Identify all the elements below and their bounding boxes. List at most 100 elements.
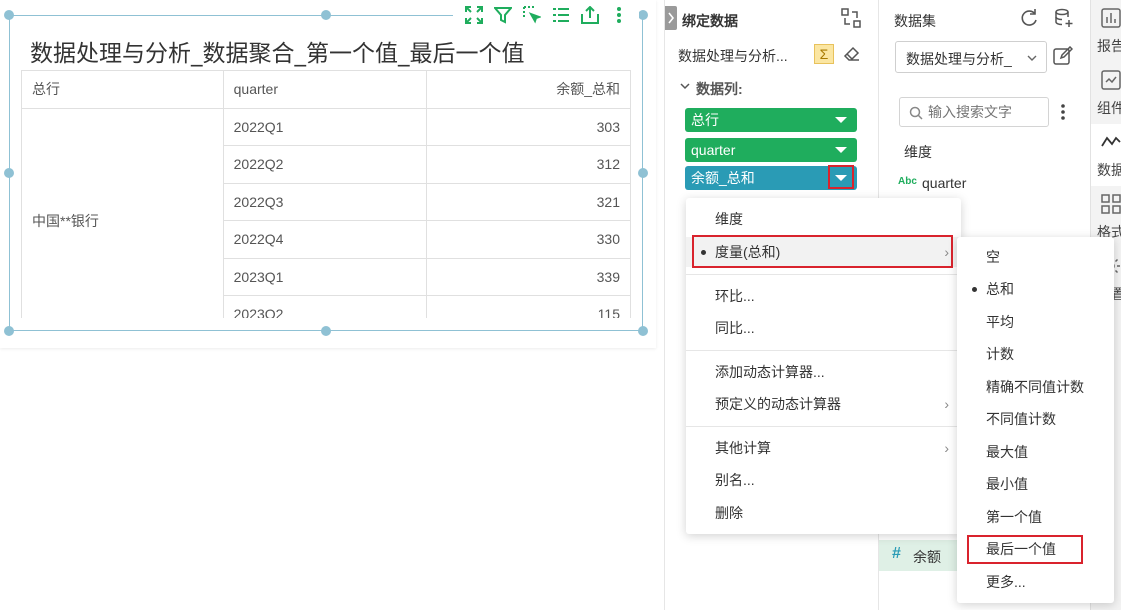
chevron-down-icon: [1027, 55, 1037, 61]
menu-item-label: 计数: [986, 346, 1014, 362]
menu-item-alias[interactable]: 别名...: [686, 465, 961, 495]
field-pill-label: 余额_总和: [691, 170, 755, 186]
value-cell: 115: [426, 295, 631, 318]
resize-handle-tr[interactable]: [638, 10, 648, 20]
component-icon: [1101, 70, 1121, 90]
measure-field-label: 余额: [913, 549, 941, 565]
grid-icon: [1101, 194, 1121, 214]
value-cell: 321: [426, 182, 631, 221]
menu-item-yoy-compare[interactable]: 同比...: [686, 313, 961, 343]
line-chart-icon: [1101, 136, 1121, 147]
menu-item-label: 最大值: [986, 444, 1028, 460]
rail-tab-report[interactable]: 报告: [1091, 0, 1121, 62]
dimension-field-quarter[interactable]: quarter: [922, 175, 966, 191]
menu-item-predefined-calc[interactable]: 预定义的动态计算器 ›: [686, 389, 961, 419]
export-icon[interactable]: [579, 4, 601, 26]
agg-item-exact-distinct-count[interactable]: 精确不同值计数: [957, 372, 1114, 402]
dataset-select-value: 数据处理与分析_: [906, 51, 1012, 67]
highlight-measure-box: [692, 235, 953, 268]
rail-tab-components[interactable]: 组件: [1091, 62, 1121, 124]
agg-item-average[interactable]: 平均: [957, 307, 1114, 337]
rail-tab-label: 组件: [1097, 100, 1121, 116]
rail-tab-data[interactable]: 数据: [1091, 124, 1121, 186]
eraser-icon[interactable]: [843, 45, 861, 66]
resize-handle-bl[interactable]: [4, 326, 14, 336]
column-header[interactable]: 余额_总和: [426, 70, 631, 109]
menu-item-label: 平均: [986, 314, 1014, 330]
rail-tab-label: 报告: [1097, 38, 1121, 54]
resize-handle-mr[interactable]: [638, 168, 648, 178]
menu-item-label: 删除: [715, 505, 743, 521]
refresh-icon[interactable]: [1019, 8, 1039, 31]
field-pill-label: quarter: [691, 142, 736, 158]
menu-item-label: 第一个值: [986, 509, 1042, 525]
quarter-cell: 2023Q2: [222, 295, 428, 318]
agg-item-distinct-count[interactable]: 不同值计数: [957, 404, 1114, 434]
menu-item-label: 最小值: [986, 476, 1028, 492]
sum-icon[interactable]: Σ: [814, 44, 834, 64]
menu-item-add-dynamic-calc[interactable]: 添加动态计算器...: [686, 357, 961, 387]
resize-handle-ml[interactable]: [4, 168, 14, 178]
highlight-caret-box: [828, 165, 854, 189]
edit-icon[interactable]: [1053, 45, 1074, 69]
menu-item-label: 其他计算: [715, 440, 771, 456]
resize-handle-tm[interactable]: [321, 10, 331, 20]
menu-item-dimension[interactable]: 维度: [686, 204, 961, 234]
data-columns-label: 数据列:: [696, 81, 743, 97]
menu-item-other-calc[interactable]: 其他计算 ›: [686, 433, 961, 463]
menu-item-label: 空: [986, 249, 1000, 265]
more-vertical-icon[interactable]: [1059, 103, 1067, 124]
field-pill-quarter[interactable]: quarter: [685, 138, 857, 162]
quarter-cell: 2022Q2: [222, 145, 428, 184]
more-vertical-icon[interactable]: [608, 4, 630, 26]
agg-item-min[interactable]: 最小值: [957, 469, 1114, 499]
resize-handle-br[interactable]: [638, 326, 648, 336]
menu-item-label: 环比...: [715, 288, 755, 304]
swap-icon[interactable]: [841, 8, 861, 31]
bar-chart-icon: [1101, 8, 1121, 28]
selected-dot-icon: [972, 287, 977, 292]
menu-item-period-compare[interactable]: 环比...: [686, 281, 961, 311]
collapse-panel-handle[interactable]: [665, 6, 677, 30]
report-canvas: 数据处理与分析_数据聚合_第一个值_最后一个值 总行 quarter 余额_总和…: [0, 0, 656, 348]
text-type-icon: Abc: [898, 176, 917, 187]
agg-item-first-value[interactable]: 第一个值: [957, 502, 1114, 532]
resize-handle-tl[interactable]: [4, 10, 14, 20]
agg-item-count[interactable]: 计数: [957, 339, 1114, 369]
menu-divider: [686, 426, 961, 427]
dataset-panel-title: 数据集: [894, 13, 936, 29]
agg-item-more[interactable]: 更多...: [957, 567, 1114, 597]
agg-item-none[interactable]: 空: [957, 242, 1114, 272]
field-search-box[interactable]: [899, 97, 1049, 127]
resize-handle-bm[interactable]: [321, 326, 331, 336]
select-icon[interactable]: [521, 4, 543, 26]
agg-item-max[interactable]: 最大值: [957, 437, 1114, 467]
list-icon[interactable]: [550, 4, 572, 26]
value-cell: 303: [426, 107, 631, 146]
menu-item-label: 更多...: [986, 574, 1026, 590]
add-dataset-icon[interactable]: [1054, 8, 1074, 31]
data-table: 总行 quarter 余额_总和 中国**银行 2022Q1 303 2022Q…: [21, 70, 631, 318]
column-header[interactable]: quarter: [222, 70, 428, 109]
report-title: 数据处理与分析_数据聚合_第一个值_最后一个值: [30, 41, 525, 67]
dataset-select[interactable]: 数据处理与分析_: [895, 41, 1047, 73]
field-pill-total-bank[interactable]: 总行: [685, 108, 857, 132]
table-row: 中国**银行 2022Q1 303: [21, 107, 631, 318]
caret-down-icon[interactable]: [835, 117, 847, 123]
value-cell: 330: [426, 220, 631, 259]
quarter-cell: 2022Q3: [222, 182, 428, 221]
chevron-right-icon: ›: [944, 440, 949, 456]
column-header[interactable]: 总行: [21, 70, 224, 109]
chevron-right-icon: [668, 12, 675, 24]
fullscreen-icon[interactable]: [463, 4, 485, 26]
menu-item-delete[interactable]: 删除: [686, 498, 961, 528]
table-viewport: 总行 quarter 余额_总和 中国**银行 2022Q1 303 2022Q…: [21, 70, 633, 318]
menu-divider: [686, 350, 961, 351]
agg-item-sum[interactable]: 总和: [957, 274, 1114, 304]
chevron-down-icon[interactable]: [679, 79, 691, 95]
bind-panel-title: 绑定数据: [682, 13, 738, 29]
caret-down-icon[interactable]: [835, 147, 847, 153]
filter-icon[interactable]: [492, 4, 514, 26]
field-search-input[interactable]: [928, 102, 1046, 122]
quarter-cell: 2023Q1: [222, 257, 428, 296]
